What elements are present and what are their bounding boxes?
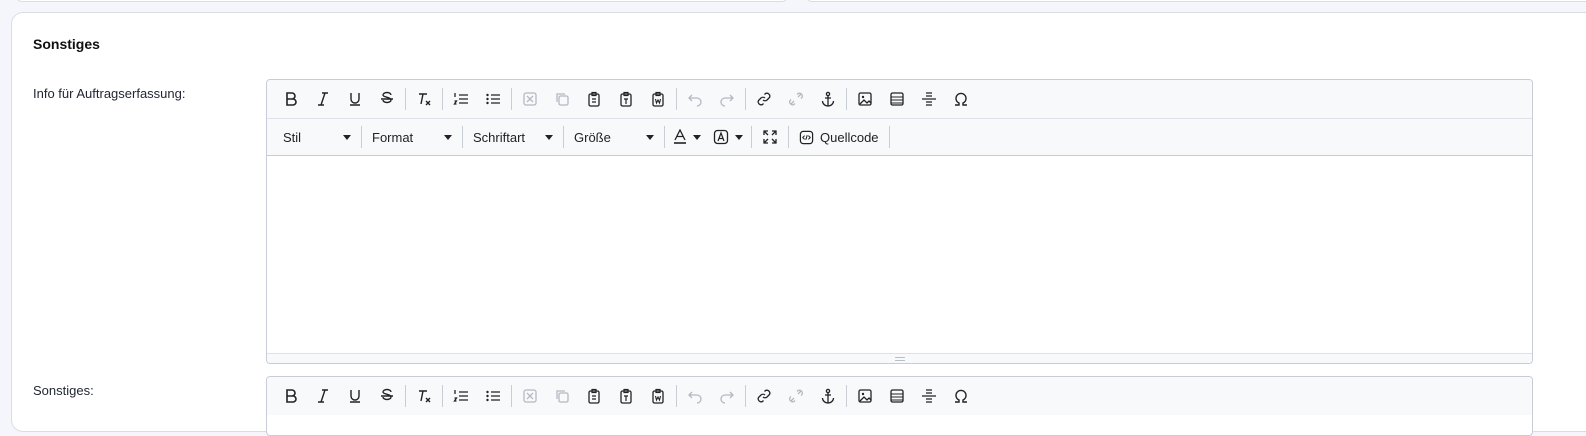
horizontal-rule-icon[interactable] — [913, 381, 945, 411]
size-dropdown-label: Größe — [574, 129, 611, 145]
font-dropdown-label: Schriftart — [473, 129, 526, 145]
chevron-down-icon — [545, 134, 553, 140]
chevron-down-icon — [444, 134, 452, 140]
toolbar-row-styles: Stil Format Schriftart Größe Quellcode — [267, 118, 1532, 156]
numbered-list-icon[interactable] — [445, 381, 477, 411]
toolbar-separator — [676, 88, 677, 110]
toolbar-separator — [846, 385, 847, 407]
style-dropdown[interactable]: Stil — [275, 122, 359, 152]
paste-word-icon[interactable] — [642, 84, 674, 114]
bold-icon[interactable] — [275, 84, 307, 114]
background-color-button[interactable] — [707, 122, 749, 152]
remove-format-icon[interactable] — [408, 381, 440, 411]
editor-content-area[interactable] — [267, 156, 1532, 353]
toolbar-separator — [888, 126, 890, 148]
cut-icon[interactable] — [514, 381, 546, 411]
bold-icon[interactable] — [275, 381, 307, 411]
strikethrough-icon[interactable] — [371, 84, 403, 114]
unlink-icon[interactable] — [780, 84, 812, 114]
toolbar-separator — [788, 126, 789, 148]
toolbar-separator — [511, 88, 512, 110]
toolbar-separator — [511, 385, 512, 407]
text-color-button[interactable] — [667, 122, 707, 152]
table-icon[interactable] — [881, 84, 913, 114]
link-icon[interactable] — [748, 84, 780, 114]
toolbar-separator — [405, 88, 406, 110]
toolbar-separator — [745, 88, 746, 110]
toolbar-separator — [751, 126, 752, 148]
previous-card-right — [806, 0, 1586, 2]
undo-icon[interactable] — [679, 381, 711, 411]
toolbar-row-formatting — [267, 80, 1532, 118]
anchor-icon[interactable] — [812, 84, 844, 114]
link-icon[interactable] — [748, 381, 780, 411]
toolbar-separator — [442, 88, 443, 110]
numbered-list-icon[interactable] — [445, 84, 477, 114]
format-dropdown[interactable]: Format — [364, 122, 460, 152]
paste-word-icon[interactable] — [642, 381, 674, 411]
horizontal-rule-icon[interactable] — [913, 84, 945, 114]
underline-icon[interactable] — [339, 381, 371, 411]
resize-handle-icon[interactable] — [894, 356, 905, 361]
italic-icon[interactable] — [307, 84, 339, 114]
special-character-icon[interactable] — [945, 84, 977, 114]
strikethrough-icon[interactable] — [371, 381, 403, 411]
info-auftragserfassung-editor: Stil Format Schriftart Größe Quellcode — [266, 79, 1533, 364]
style-dropdown-label: Stil — [283, 129, 302, 145]
section-title: Sonstiges — [33, 36, 100, 52]
font-dropdown[interactable]: Schriftart — [465, 122, 561, 152]
bullet-list-icon[interactable] — [477, 381, 509, 411]
source-code-button[interactable]: Quellcode — [791, 122, 887, 152]
background-color-icon — [713, 129, 729, 145]
redo-icon[interactable] — [711, 84, 743, 114]
image-icon[interactable] — [849, 381, 881, 411]
sonstiges-editor — [266, 376, 1533, 436]
bullet-list-icon[interactable] — [477, 84, 509, 114]
italic-icon[interactable] — [307, 381, 339, 411]
undo-icon[interactable] — [679, 84, 711, 114]
anchor-icon[interactable] — [812, 381, 844, 411]
unlink-icon[interactable] — [780, 381, 812, 411]
toolbar-separator — [405, 385, 406, 407]
redo-icon[interactable] — [711, 381, 743, 411]
image-icon[interactable] — [849, 84, 881, 114]
paste-text-icon[interactable] — [610, 84, 642, 114]
text-color-icon — [674, 129, 686, 144]
toolbar-separator — [846, 88, 847, 110]
toolbar-separator — [442, 385, 443, 407]
toolbar-separator — [563, 126, 564, 148]
source-code-icon — [799, 130, 814, 144]
info-auftragserfassung-label: Info für Auftragserfassung: — [33, 86, 186, 101]
table-icon[interactable] — [881, 381, 913, 411]
chevron-down-icon — [693, 134, 701, 140]
cut-icon[interactable] — [514, 84, 546, 114]
chevron-down-icon — [343, 134, 351, 140]
toolbar-separator — [462, 126, 463, 148]
editor-statusbar — [267, 353, 1532, 363]
paste-text-icon[interactable] — [610, 381, 642, 411]
source-code-label: Quellcode — [820, 129, 879, 145]
underline-icon[interactable] — [339, 84, 371, 114]
toolbar-separator — [664, 126, 665, 148]
toolbar-separator — [676, 385, 677, 407]
remove-format-icon[interactable] — [408, 84, 440, 114]
copy-icon[interactable] — [546, 84, 578, 114]
toolbar-row-formatting — [267, 377, 1532, 415]
format-dropdown-label: Format — [372, 129, 414, 145]
chevron-down-icon — [735, 134, 743, 140]
sonstiges-label: Sonstiges: — [33, 383, 94, 398]
maximize-icon[interactable] — [754, 122, 786, 152]
paste-icon[interactable] — [578, 84, 610, 114]
special-character-icon[interactable] — [945, 381, 977, 411]
paste-icon[interactable] — [578, 381, 610, 411]
previous-card-left — [16, 0, 788, 2]
size-dropdown[interactable]: Größe — [566, 122, 662, 152]
toolbar-separator — [745, 385, 746, 407]
chevron-down-icon — [646, 134, 654, 140]
copy-icon[interactable] — [546, 381, 578, 411]
toolbar-separator — [361, 126, 362, 148]
